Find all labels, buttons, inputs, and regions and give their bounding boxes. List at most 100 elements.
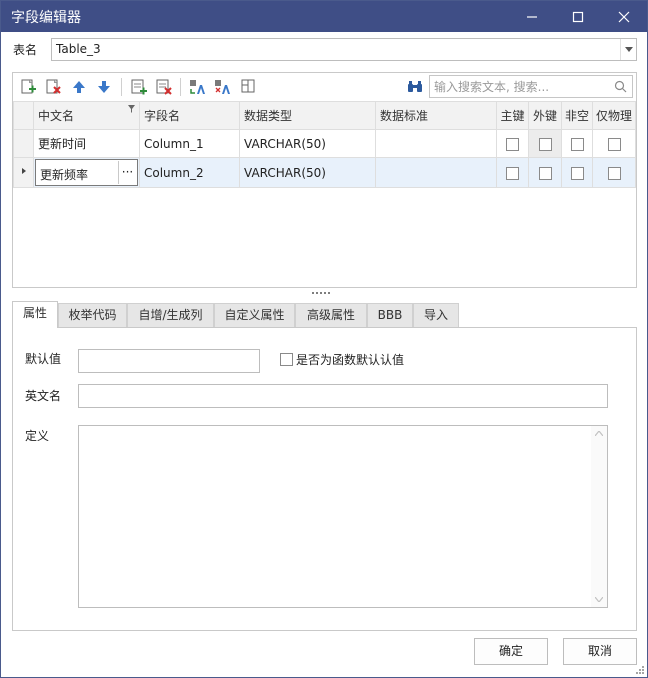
cell-fk: [528, 157, 562, 188]
minimize-icon: [527, 16, 537, 18]
column-header-label: 数据类型: [244, 109, 293, 123]
close-icon: [618, 11, 630, 23]
table-row[interactable]: 更新时间 Column_1 VARCHAR(50): [13, 129, 636, 158]
table-row[interactable]: 更新频率 ··· Column_2 VARCHAR(50): [13, 157, 636, 188]
ok-button[interactable]: 确定: [474, 638, 548, 665]
function-default-label[interactable]: 是否为函数默认认值: [296, 351, 404, 368]
scroll-down-icon[interactable]: [595, 597, 603, 602]
tab-strip: 属性 枚举代码 自增/生成列 自定义属性 高级属性 BBB 导入: [12, 301, 637, 328]
scroll-up-icon[interactable]: [595, 431, 603, 436]
column-header-fk[interactable]: 外键: [528, 101, 562, 130]
english-name-input[interactable]: [79, 385, 607, 407]
column-header-label: 主键: [500, 109, 525, 123]
column-header-cn[interactable]: 中文名: [33, 101, 140, 130]
ellipsis-button[interactable]: ···: [118, 161, 136, 184]
column-header-physical[interactable]: 仅物理: [592, 101, 636, 130]
translate-icon[interactable]: [188, 78, 206, 96]
tab-import[interactable]: 导入: [413, 303, 459, 327]
toolbar-separator: [121, 78, 122, 96]
cell-field[interactable]: Column_1: [139, 129, 240, 158]
fk-checkbox: [538, 166, 552, 180]
tab-enum-codes[interactable]: 枚举代码: [58, 303, 127, 327]
tab-advanced-properties[interactable]: 高级属性: [295, 303, 367, 327]
pk-checkbox[interactable]: [506, 166, 519, 180]
column-header-pk[interactable]: 主键: [496, 101, 529, 130]
notnull-checkbox[interactable]: [570, 137, 584, 151]
field-grid-panel: 中文名 字段名 数据类型 数据标准 主键 外键 非空 仅物理 更新时间 Colu…: [12, 72, 637, 288]
add-row-icon[interactable]: [19, 78, 37, 96]
tab-identity-generated[interactable]: 自增/生成列: [127, 303, 214, 327]
table-name-value: Table_3: [56, 42, 101, 56]
window-title: 字段编辑器: [11, 10, 81, 26]
properties-tab-content: 默认值 是否为函数默认认值 英文名 定义: [12, 327, 637, 631]
column-header-label: 非空: [564, 109, 589, 123]
row-header[interactable]: [13, 129, 34, 158]
column-header-label: 数据标准: [380, 109, 429, 123]
column-header-type[interactable]: 数据类型: [239, 101, 376, 130]
column-header-label: 中文名: [38, 109, 75, 123]
grid-header-row: 中文名 字段名 数据类型 数据标准 主键 外键 非空 仅物理: [13, 101, 636, 130]
cell-standard[interactable]: [375, 129, 497, 158]
grid-toolbar: [13, 73, 636, 101]
cell-standard[interactable]: [375, 157, 497, 188]
cell-type[interactable]: VARCHAR(50): [239, 157, 376, 188]
cell-physical[interactable]: [592, 157, 636, 188]
cell-physical[interactable]: [592, 129, 636, 158]
cell-cn-editor[interactable]: 更新频率 ···: [33, 157, 140, 188]
english-name-label: 英文名: [25, 389, 62, 403]
cell-field[interactable]: Column_2: [139, 157, 240, 188]
tab-custom-properties[interactable]: 自定义属性: [214, 303, 295, 327]
cell-type[interactable]: VARCHAR(50): [239, 129, 376, 158]
cancel-button[interactable]: 取消: [563, 638, 637, 665]
current-row-indicator-icon: [22, 168, 26, 174]
column-header-label: 字段名: [144, 109, 181, 123]
notnull-checkbox[interactable]: [570, 166, 584, 180]
filter-icon[interactable]: [128, 105, 135, 113]
function-default-checkbox[interactable]: [280, 353, 293, 366]
toolbar-separator: [180, 78, 181, 96]
table-name-label: 表名: [13, 43, 38, 57]
cell-notnull[interactable]: [561, 129, 593, 158]
row-header[interactable]: [13, 157, 34, 188]
cell-fk: [528, 129, 562, 158]
cell-pk[interactable]: [496, 129, 529, 158]
english-name-field[interactable]: [78, 384, 608, 408]
delete-column-icon[interactable]: [155, 78, 173, 96]
move-up-icon[interactable]: [70, 78, 88, 96]
column-header-label: 外键: [532, 109, 557, 123]
tab-properties[interactable]: 属性: [12, 301, 58, 328]
title-bar[interactable]: 字段编辑器: [1, 1, 647, 32]
column-header-field[interactable]: 字段名: [139, 101, 240, 130]
cell-pk[interactable]: [496, 157, 529, 188]
physical-checkbox[interactable]: [607, 166, 621, 180]
cell-editor[interactable]: 更新频率 ···: [35, 159, 138, 186]
minimize-button[interactable]: [509, 1, 555, 32]
column-header-standard[interactable]: 数据标准: [375, 101, 497, 130]
cell-cn[interactable]: 更新时间: [33, 129, 140, 158]
maximize-button[interactable]: [555, 1, 601, 32]
search-input[interactable]: [434, 78, 610, 95]
binoculars-icon[interactable]: [406, 78, 424, 96]
column-header-notnull[interactable]: 非空: [561, 101, 593, 130]
pk-checkbox[interactable]: [506, 137, 519, 151]
default-value-input[interactable]: [79, 350, 259, 372]
definition-scrollbar[interactable]: [591, 426, 607, 607]
resize-grip-icon[interactable]: [635, 665, 645, 675]
cell-notnull[interactable]: [561, 157, 593, 188]
translate-all-icon[interactable]: [213, 78, 231, 96]
move-down-icon[interactable]: [95, 78, 113, 96]
table-name-combo[interactable]: Table_3: [51, 38, 637, 61]
physical-checkbox[interactable]: [607, 137, 621, 151]
splitter-grip-icon[interactable]: [311, 291, 331, 295]
default-value-field[interactable]: [78, 349, 260, 373]
add-column-icon[interactable]: [130, 78, 148, 96]
close-button[interactable]: [601, 1, 647, 32]
definition-textarea[interactable]: [78, 425, 608, 608]
search-box[interactable]: [429, 75, 633, 98]
tab-bbb[interactable]: BBB: [367, 303, 413, 327]
maximize-icon: [572, 11, 584, 23]
dropdown-arrow[interactable]: [620, 39, 636, 60]
search-icon[interactable]: [614, 80, 627, 93]
layout-icon[interactable]: [239, 78, 257, 96]
delete-row-icon[interactable]: [44, 78, 62, 96]
